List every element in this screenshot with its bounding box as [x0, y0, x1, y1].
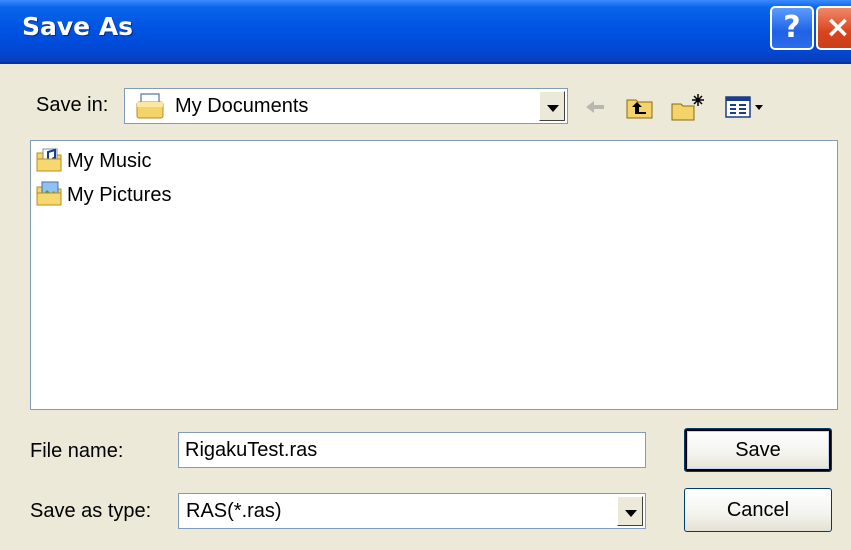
save-in-dropdown-arrow[interactable]: [539, 91, 565, 121]
save-as-type-dropdown[interactable]: RAS(*.ras): [178, 493, 646, 529]
save-in-dropdown[interactable]: My Documents: [124, 88, 568, 124]
close-button[interactable]: ×: [816, 6, 851, 50]
save-as-type-label: Save as type:: [30, 500, 152, 522]
save-button[interactable]: Save: [684, 428, 832, 472]
back-arrow-icon[interactable]: [582, 92, 608, 122]
cancel-button[interactable]: Cancel: [684, 488, 832, 532]
new-folder-icon[interactable]: [670, 92, 706, 122]
pictures-folder-icon: [35, 179, 65, 212]
title-bar[interactable]: Save As ? ×: [0, 0, 851, 64]
save-as-type-dropdown-arrow[interactable]: [617, 496, 643, 526]
view-menu-icon[interactable]: [724, 92, 768, 122]
save-as-type-value: RAS(*.ras): [186, 500, 282, 522]
list-item-my-music[interactable]: My Music: [35, 145, 151, 177]
documents-folder-icon: [135, 92, 165, 125]
file-name-label: File name:: [30, 440, 124, 462]
list-item-label: My Pictures: [67, 183, 172, 206]
help-button[interactable]: ?: [770, 6, 814, 50]
music-folder-icon: [35, 145, 65, 178]
save-in-value: My Documents: [175, 95, 309, 117]
list-item-label: My Music: [67, 149, 152, 172]
save-in-label: Save in:: [36, 94, 109, 116]
list-item-my-pictures[interactable]: My Pictures: [35, 179, 171, 211]
dialog-title: Save As: [22, 12, 134, 41]
save-as-dialog: Save As ? × Save in: My Documents My Mus…: [0, 0, 851, 550]
file-list[interactable]: My Music My Pictures: [30, 140, 838, 410]
up-one-level-icon[interactable]: [624, 92, 656, 122]
file-name-input[interactable]: RigakuTest.ras: [178, 432, 646, 468]
